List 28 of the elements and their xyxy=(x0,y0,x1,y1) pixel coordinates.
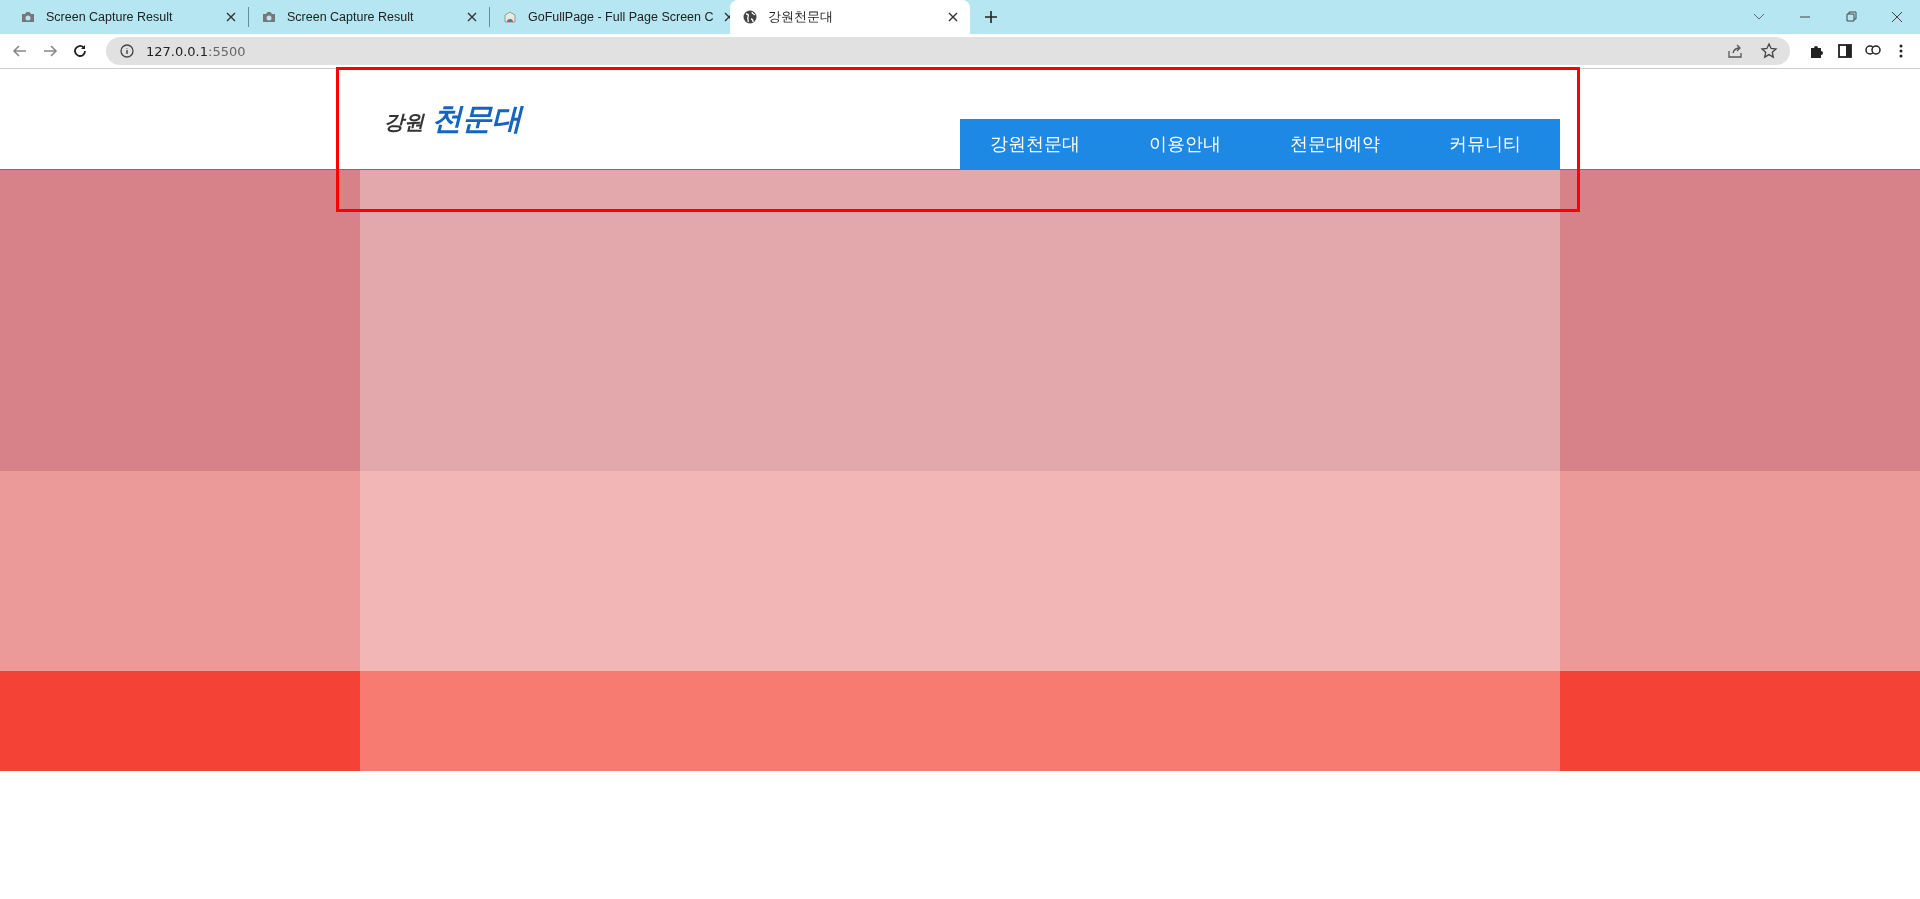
share-icon[interactable] xyxy=(1726,42,1744,60)
address-bar[interactable]: 127.0.0.1:5500 xyxy=(106,37,1790,65)
info-icon[interactable] xyxy=(118,42,136,60)
tab-title: GoFullPage - Full Page Screen C xyxy=(528,10,714,24)
new-tab-icon[interactable] xyxy=(984,10,998,24)
nav-link[interactable]: 강원천문대 xyxy=(960,119,1110,169)
camera-icon xyxy=(20,9,36,25)
close-icon[interactable] xyxy=(467,12,477,22)
browser-tab[interactable]: 강원천문대 xyxy=(730,0,970,34)
globe-icon xyxy=(742,9,758,25)
browser-tab[interactable]: Screen Capture Result xyxy=(8,0,248,34)
tab-title: Screen Capture Result xyxy=(287,10,415,24)
app-icon xyxy=(502,9,518,25)
browser-tab[interactable]: Screen Capture Result xyxy=(249,0,489,34)
tab-title: Screen Capture Result xyxy=(46,10,174,24)
camera-icon xyxy=(261,9,277,25)
logo-prefix: 강원 xyxy=(384,108,424,136)
browser-tab[interactable]: GoFullPage - Full Page Screen C xyxy=(490,0,730,34)
tab-title: 강원천문대 xyxy=(768,8,834,26)
close-icon[interactable] xyxy=(226,12,236,22)
close-icon[interactable] xyxy=(948,12,958,22)
star-icon[interactable] xyxy=(1760,42,1778,60)
nav-link[interactable]: 천문대예약 xyxy=(1260,119,1410,169)
url-text: 127.0.0.1:5500 xyxy=(146,43,246,59)
nav-link[interactable]: 커뮤니티 xyxy=(1410,119,1560,169)
side-panel-icon[interactable] xyxy=(1836,42,1854,60)
nav-link[interactable]: 이용안내 xyxy=(1110,119,1260,169)
logo-text[interactable]: 천문대 xyxy=(432,98,522,140)
